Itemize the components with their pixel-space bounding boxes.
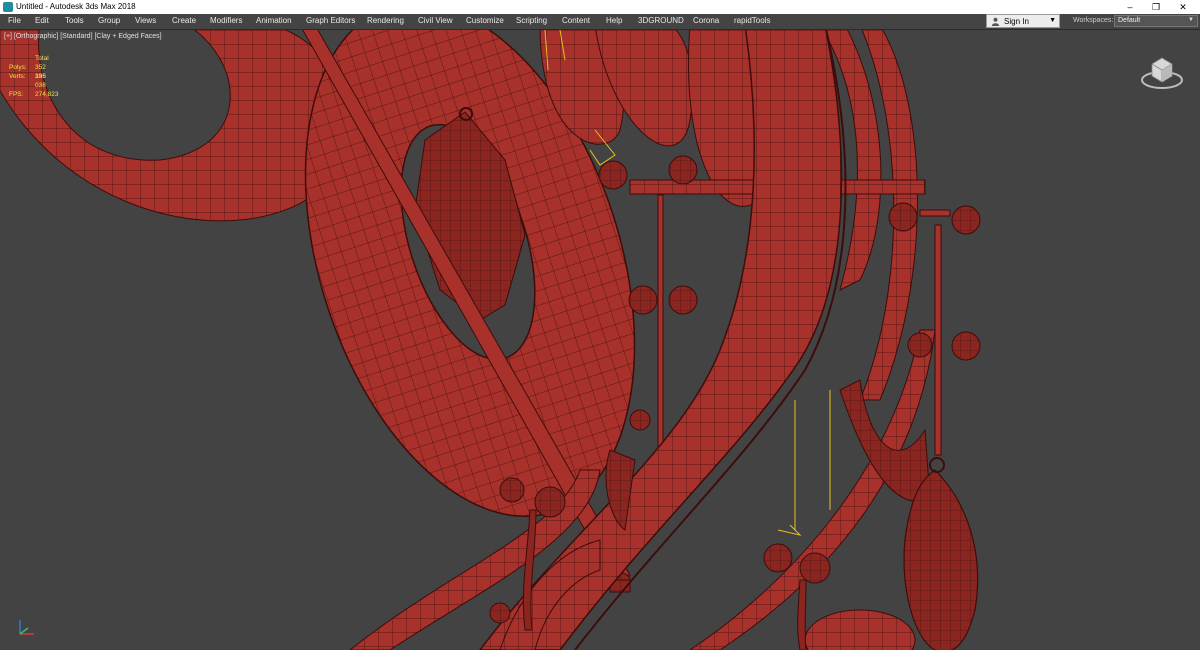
minimize-button[interactable]: –: [1117, 0, 1143, 14]
menu-corona[interactable]: Corona: [693, 16, 719, 25]
workspaces-select[interactable]: Default ▼: [1114, 15, 1198, 27]
menu-civil-view[interactable]: Civil View: [418, 16, 453, 25]
menu-rapidtools[interactable]: rapidTools: [734, 16, 770, 25]
window-titlebar: Untitled - Autodesk 3ds Max 2018 – ❐ ✕: [0, 0, 1200, 14]
menu-customize[interactable]: Customize: [466, 16, 504, 25]
menu-animation[interactable]: Animation: [256, 16, 292, 25]
app-icon: [3, 2, 13, 12]
fps-label: FPS:: [9, 91, 24, 98]
menu-content[interactable]: Content: [562, 16, 590, 25]
menu-scripting[interactable]: Scripting: [516, 16, 547, 25]
sign-in-label: Sign In: [1004, 17, 1029, 26]
menu-bar: File Edit Tools Group Views Create Modif…: [0, 14, 1200, 30]
perspective-viewport[interactable]: [+] [Orthographic] [Standard] [Clay + Ed…: [0, 30, 1200, 650]
menu-views[interactable]: Views: [135, 16, 156, 25]
viewcube-icon[interactable]: [1140, 50, 1184, 94]
menu-file[interactable]: File: [8, 16, 21, 25]
viewport-label-menu[interactable]: [+] [Orthographic] [Standard] [Clay + Ed…: [4, 33, 162, 40]
restore-button[interactable]: ❐: [1143, 0, 1169, 14]
menu-3dground[interactable]: 3DGROUND: [638, 16, 684, 25]
axis-gizmo-icon: [19, 620, 34, 635]
menu-graph-editors[interactable]: Graph Editors: [306, 16, 355, 25]
polys-label: Polys:: [9, 64, 27, 71]
menu-create[interactable]: Create: [172, 16, 196, 25]
menu-modifiers[interactable]: Modifiers: [210, 16, 242, 25]
chevron-down-icon: ▼: [1049, 17, 1056, 24]
menu-group[interactable]: Group: [98, 16, 120, 25]
fps-value: 274,823: [35, 91, 59, 98]
window-title: Untitled - Autodesk 3ds Max 2018: [16, 2, 136, 11]
torus-top-left: [0, 30, 348, 222]
stats-header: Total: [35, 55, 49, 62]
workspace-value: Default: [1118, 17, 1141, 24]
sign-in-dropdown[interactable]: Sign In ▼: [986, 14, 1060, 28]
close-button[interactable]: ✕: [1170, 0, 1196, 14]
viewport-scene: [0, 30, 981, 650]
user-icon: [991, 17, 1000, 26]
menu-help[interactable]: Help: [606, 16, 622, 25]
menu-tools[interactable]: Tools: [65, 16, 84, 25]
verts-label: Verts:: [9, 73, 26, 80]
menu-rendering[interactable]: Rendering: [367, 16, 404, 25]
workspaces-label: Workspaces:: [1073, 17, 1114, 24]
menu-edit[interactable]: Edit: [35, 16, 49, 25]
verts-value: 196 038: [35, 73, 46, 89]
chevron-down-icon: ▼: [1188, 17, 1194, 23]
